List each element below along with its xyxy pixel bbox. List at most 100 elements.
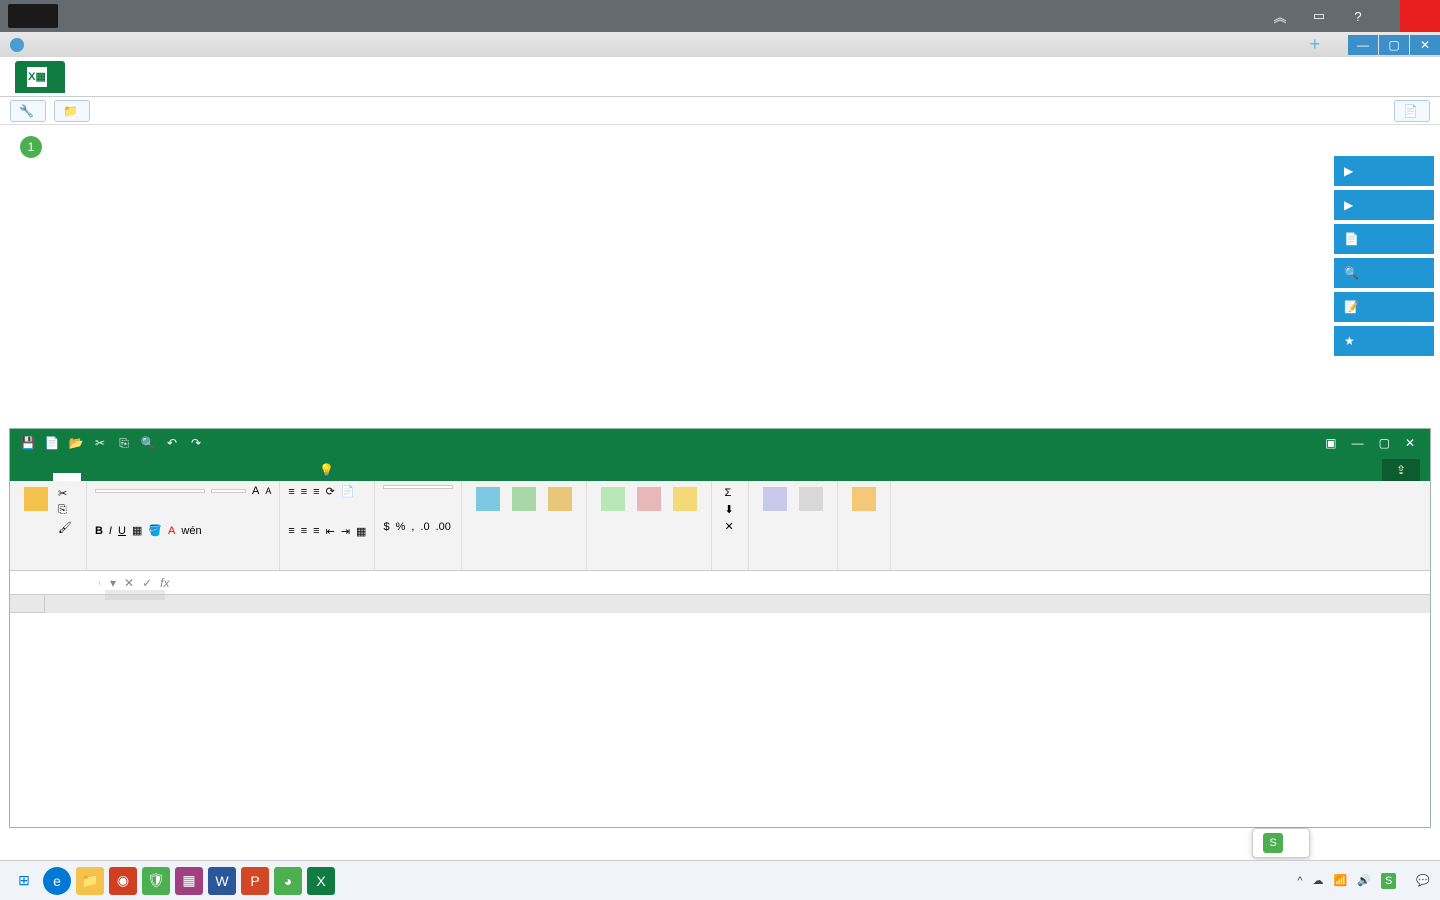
explorer-icon[interactable]: 📁 <box>76 867 104 895</box>
cut-icon[interactable]: ✂ <box>92 435 108 451</box>
spreadsheet-grid[interactable] <box>10 595 1430 765</box>
favorite-button[interactable]: ★ <box>1334 326 1434 356</box>
clear-button[interactable]: ✕ <box>720 518 739 535</box>
align-bot-icon[interactable]: ≡ <box>313 486 319 498</box>
merge-button[interactable]: ▦ <box>356 525 366 538</box>
tab-pdf[interactable] <box>277 473 305 481</box>
invoice-check-button[interactable] <box>846 485 882 515</box>
dec-decimal-icon[interactable]: .00 <box>436 521 451 533</box>
word-icon[interactable]: W <box>208 867 236 895</box>
wrap-text-button[interactable]: 📄 <box>341 485 355 498</box>
accept-formula-icon[interactable]: ✓ <box>142 576 152 590</box>
start-button[interactable]: ⊞ <box>10 867 38 895</box>
tab-home[interactable] <box>53 473 81 481</box>
help-icon[interactable]: ? <box>1346 4 1370 28</box>
insert-cell-button[interactable] <box>595 485 631 515</box>
open-icon[interactable]: 📂 <box>68 435 84 451</box>
network-icon[interactable]: 📶 <box>1334 874 1348 887</box>
find-select-button[interactable] <box>793 485 829 515</box>
inc-decimal-icon[interactable]: .0 <box>420 521 429 533</box>
view-source-button[interactable]: 📄 <box>1394 100 1430 122</box>
share-button[interactable]: ⇪ <box>1382 459 1420 481</box>
text-review-button[interactable]: 📄 <box>1334 224 1434 254</box>
excel-maximize-icon[interactable]: ▢ <box>1379 436 1390 450</box>
powerpoint-icon[interactable]: P <box>241 867 269 895</box>
cancel-formula-icon[interactable]: ✕ <box>124 576 134 590</box>
tab-layout[interactable] <box>109 473 137 481</box>
online-video-button[interactable]: ▶ <box>1334 156 1434 186</box>
excel-close-icon[interactable]: ✕ <box>1405 436 1415 450</box>
app-icon-1[interactable]: ▦ <box>175 867 203 895</box>
tellme-input[interactable]: 💡 <box>305 459 348 481</box>
autosum-button[interactable]: Σ <box>720 485 739 501</box>
tab-dev[interactable] <box>249 473 277 481</box>
browser-icon[interactable]: ◉ <box>109 867 137 895</box>
login-button[interactable] <box>1354 459 1382 481</box>
dropdown-icon[interactable]: ▾ <box>110 576 116 590</box>
ime-tray-icon[interactable]: S <box>1381 873 1396 889</box>
exam-folder-button[interactable]: 📁 <box>54 100 90 122</box>
indent-dec-icon[interactable]: ⇤ <box>326 525 335 538</box>
format-cell-button[interactable] <box>667 485 703 515</box>
cell-style-button[interactable] <box>542 485 578 515</box>
undo-icon[interactable]: ↶ <box>164 435 180 451</box>
indent-inc-icon[interactable]: ⇥ <box>341 525 350 538</box>
align-right-icon[interactable]: ≡ <box>313 525 319 537</box>
tab-formula[interactable] <box>137 473 165 481</box>
download-video-button[interactable]: ▶ <box>1334 190 1434 220</box>
format-painter-button[interactable]: 🖌 <box>54 519 78 536</box>
align-left-icon[interactable]: ≡ <box>288 525 294 537</box>
tab-review[interactable] <box>193 473 221 481</box>
fill-color-button[interactable]: 🪣 <box>148 524 162 537</box>
save-icon[interactable]: 💾 <box>20 435 36 451</box>
view-answer-button[interactable]: 🔍 <box>1334 258 1434 288</box>
italic-button[interactable]: I <box>109 525 112 537</box>
ribbon-options-icon[interactable]: ▣ <box>1325 436 1336 450</box>
shrink-font-icon[interactable]: A <box>265 486 271 496</box>
underline-button[interactable]: U <box>118 525 126 537</box>
cond-format-button[interactable] <box>470 485 506 515</box>
tray-up-icon[interactable]: ^ <box>1297 875 1302 887</box>
notes-button[interactable]: 📝 <box>1334 292 1434 322</box>
maximize-icon[interactable]: ▢ <box>1379 35 1409 55</box>
orientation-icon[interactable]: ⟳ <box>326 485 335 498</box>
currency-icon[interactable]: $ <box>383 521 389 533</box>
border-button[interactable]: ▦ <box>132 524 142 537</box>
redo-icon[interactable]: ↷ <box>188 435 204 451</box>
fill-button[interactable]: ⬇ <box>720 501 739 518</box>
align-center-icon[interactable]: ≡ <box>301 525 307 537</box>
align-mid-icon[interactable]: ≡ <box>301 486 307 498</box>
font-name-select[interactable] <box>95 489 205 493</box>
volume-icon[interactable]: 🔊 <box>1357 874 1371 887</box>
number-format-select[interactable] <box>383 485 453 489</box>
ime-indicator[interactable]: S <box>1252 828 1310 858</box>
name-box[interactable] <box>10 581 100 585</box>
sort-filter-button[interactable] <box>757 485 793 515</box>
excel-minimize-icon[interactable]: — <box>1352 436 1364 450</box>
copy-icon[interactable]: ⎘ <box>116 435 132 451</box>
collapse-icon[interactable]: ︽ <box>1268 4 1292 28</box>
toolbox-button[interactable]: 🔧 <box>10 100 46 122</box>
tab-insert[interactable] <box>81 473 109 481</box>
font-color-button[interactable]: A <box>168 525 175 537</box>
edge-icon[interactable]: e <box>43 867 71 895</box>
phonetic-button[interactable]: wén <box>181 525 201 537</box>
tab-data[interactable] <box>165 473 193 481</box>
table-format-button[interactable] <box>506 485 542 515</box>
delete-cell-button[interactable] <box>631 485 667 515</box>
fx-icon[interactable]: fx <box>160 576 169 590</box>
comma-icon[interactable]: , <box>411 521 414 533</box>
window-icon[interactable]: ▭ <box>1307 4 1331 28</box>
minimize-icon[interactable]: — <box>1348 35 1378 55</box>
wechat-icon[interactable]: ◕ <box>274 867 302 895</box>
select-all-corner[interactable] <box>10 595 45 613</box>
add-tab-icon[interactable]: + <box>1309 34 1320 55</box>
tab-spreadsheet[interactable]: X▦ <box>15 61 65 93</box>
shield-icon[interactable]: 🛡 <box>142 867 170 895</box>
tab-view[interactable] <box>221 473 249 481</box>
copy-button[interactable]: ⎘ <box>54 502 78 519</box>
percent-icon[interactable]: % <box>396 521 406 533</box>
cut-button[interactable]: ✂ <box>54 485 78 502</box>
bold-button[interactable]: B <box>95 525 103 537</box>
grow-font-icon[interactable]: A <box>252 485 259 497</box>
